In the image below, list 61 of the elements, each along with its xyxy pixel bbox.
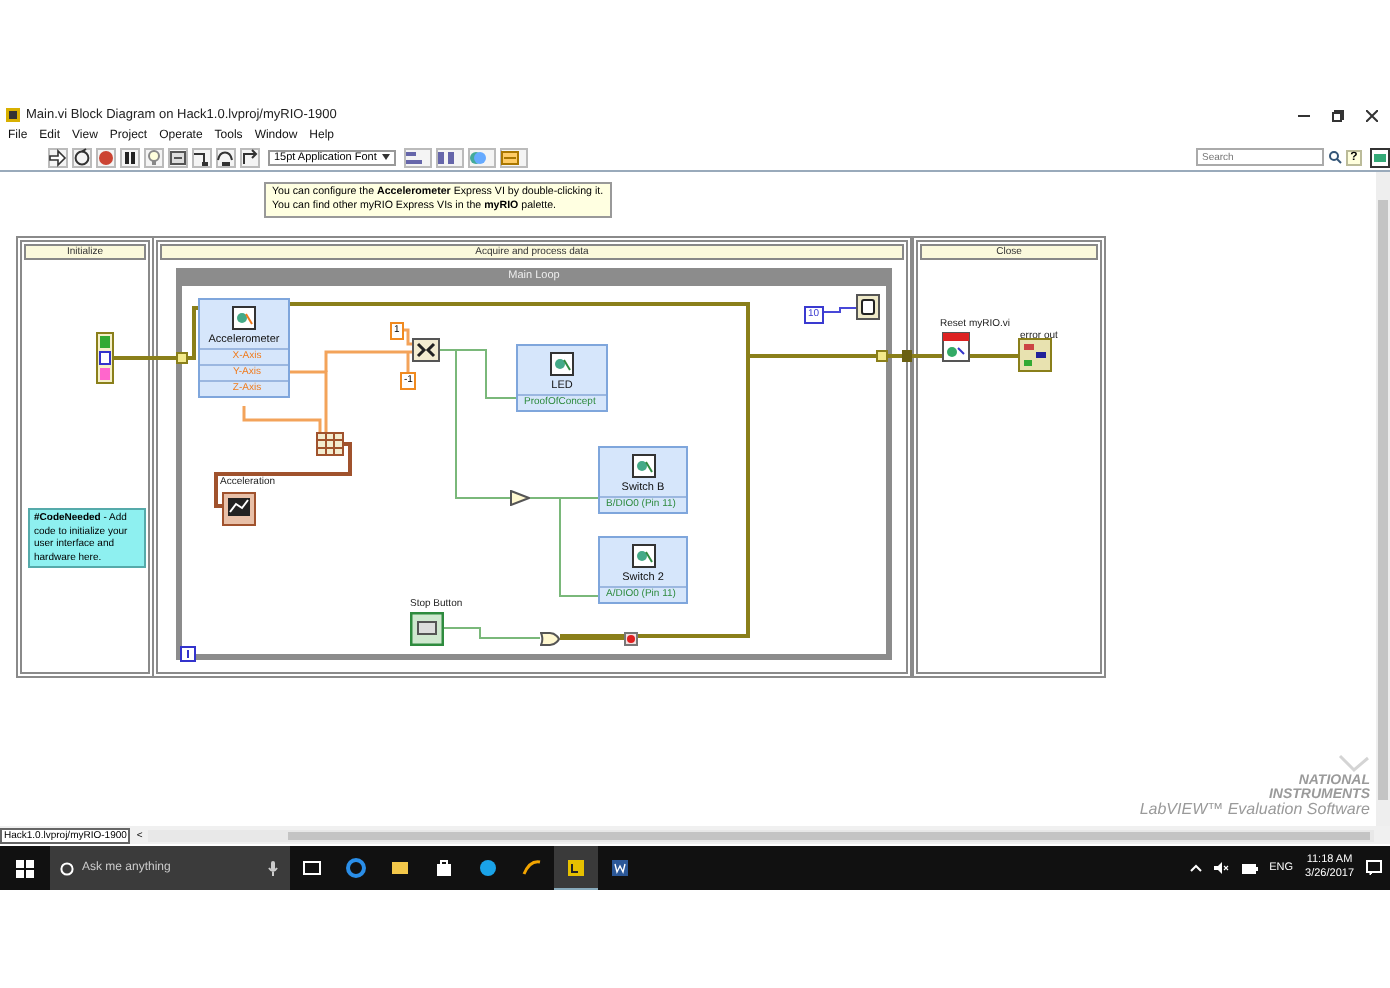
wire: [970, 354, 1018, 358]
step-out-icon[interactable]: [240, 147, 260, 167]
horizontal-scrollbar[interactable]: [148, 829, 1374, 841]
word-icon: [610, 857, 630, 877]
run-continuously-icon[interactable]: [72, 147, 92, 167]
vertical-scrollbar[interactable]: [1376, 172, 1390, 826]
microphone-icon: [268, 860, 278, 876]
express-vi-icon: [550, 352, 574, 376]
graph-indicator-icon: [222, 492, 256, 526]
comparison-icon: [510, 490, 530, 506]
iteration-icon: [180, 646, 196, 662]
tunnel-icon: [876, 350, 888, 362]
error-out-indicator-icon: [1018, 338, 1052, 372]
reset-vi-icon: [942, 332, 970, 362]
app-icon: [6, 108, 20, 122]
pause-icon[interactable]: [120, 147, 140, 167]
scroll-thumb[interactable]: [1378, 200, 1388, 800]
scroll-thumb[interactable]: [288, 831, 1370, 839]
junction-icon: [902, 350, 912, 362]
reorder-icon[interactable]: [468, 147, 497, 167]
express-vi-icon: [631, 544, 655, 568]
notification-icon[interactable]: [1366, 860, 1382, 876]
close-icon[interactable]: [1366, 109, 1378, 121]
select-node-icon: [412, 338, 440, 362]
error-cluster-icon: [96, 332, 114, 384]
task-view-icon: [302, 857, 322, 877]
cleanup-icon[interactable]: [500, 147, 529, 167]
wire: [114, 306, 198, 360]
battery-icon[interactable]: [1241, 863, 1258, 873]
boolean-control-icon: [410, 612, 444, 646]
tunnel-icon: [176, 352, 188, 364]
edge-browser-icon: [346, 857, 366, 877]
build-array-icon: [316, 432, 344, 456]
speaker-muted-icon[interactable]: [1213, 862, 1230, 874]
or-gate-icon: [540, 632, 560, 646]
skype-icon: [478, 857, 498, 877]
circle-icon: [60, 861, 74, 875]
windows-logo-icon[interactable]: [16, 859, 34, 877]
step-over-icon[interactable]: [216, 147, 236, 167]
labview-icon: [566, 857, 586, 877]
search-icon[interactable]: [1328, 150, 1342, 164]
maximize-icon[interactable]: [1332, 109, 1344, 121]
express-vi-icon: [232, 306, 256, 330]
step-into-icon[interactable]: [192, 147, 212, 167]
folder-icon: [390, 857, 410, 877]
caret-icon: [382, 154, 391, 160]
align-icon[interactable]: [404, 147, 433, 167]
chevron-up-icon[interactable]: [1189, 864, 1202, 872]
express-vi-icon: [631, 454, 655, 478]
wait-timer-icon: [856, 294, 880, 320]
run-arrow-icon[interactable]: [48, 147, 68, 167]
distribute-icon[interactable]: [436, 147, 465, 167]
swoosh-icon: [522, 857, 542, 877]
taskbar-app[interactable]: [554, 846, 598, 890]
stop-sign-icon: [624, 632, 638, 646]
stop-icon[interactable]: [96, 147, 116, 167]
shopping-bag-icon: [434, 857, 454, 877]
wire: [819, 307, 857, 313]
watermark-text: LabVIEW™ Evaluation Software: [1139, 802, 1370, 818]
vi-icon: [1370, 147, 1390, 167]
minimize-icon[interactable]: [1298, 109, 1310, 121]
